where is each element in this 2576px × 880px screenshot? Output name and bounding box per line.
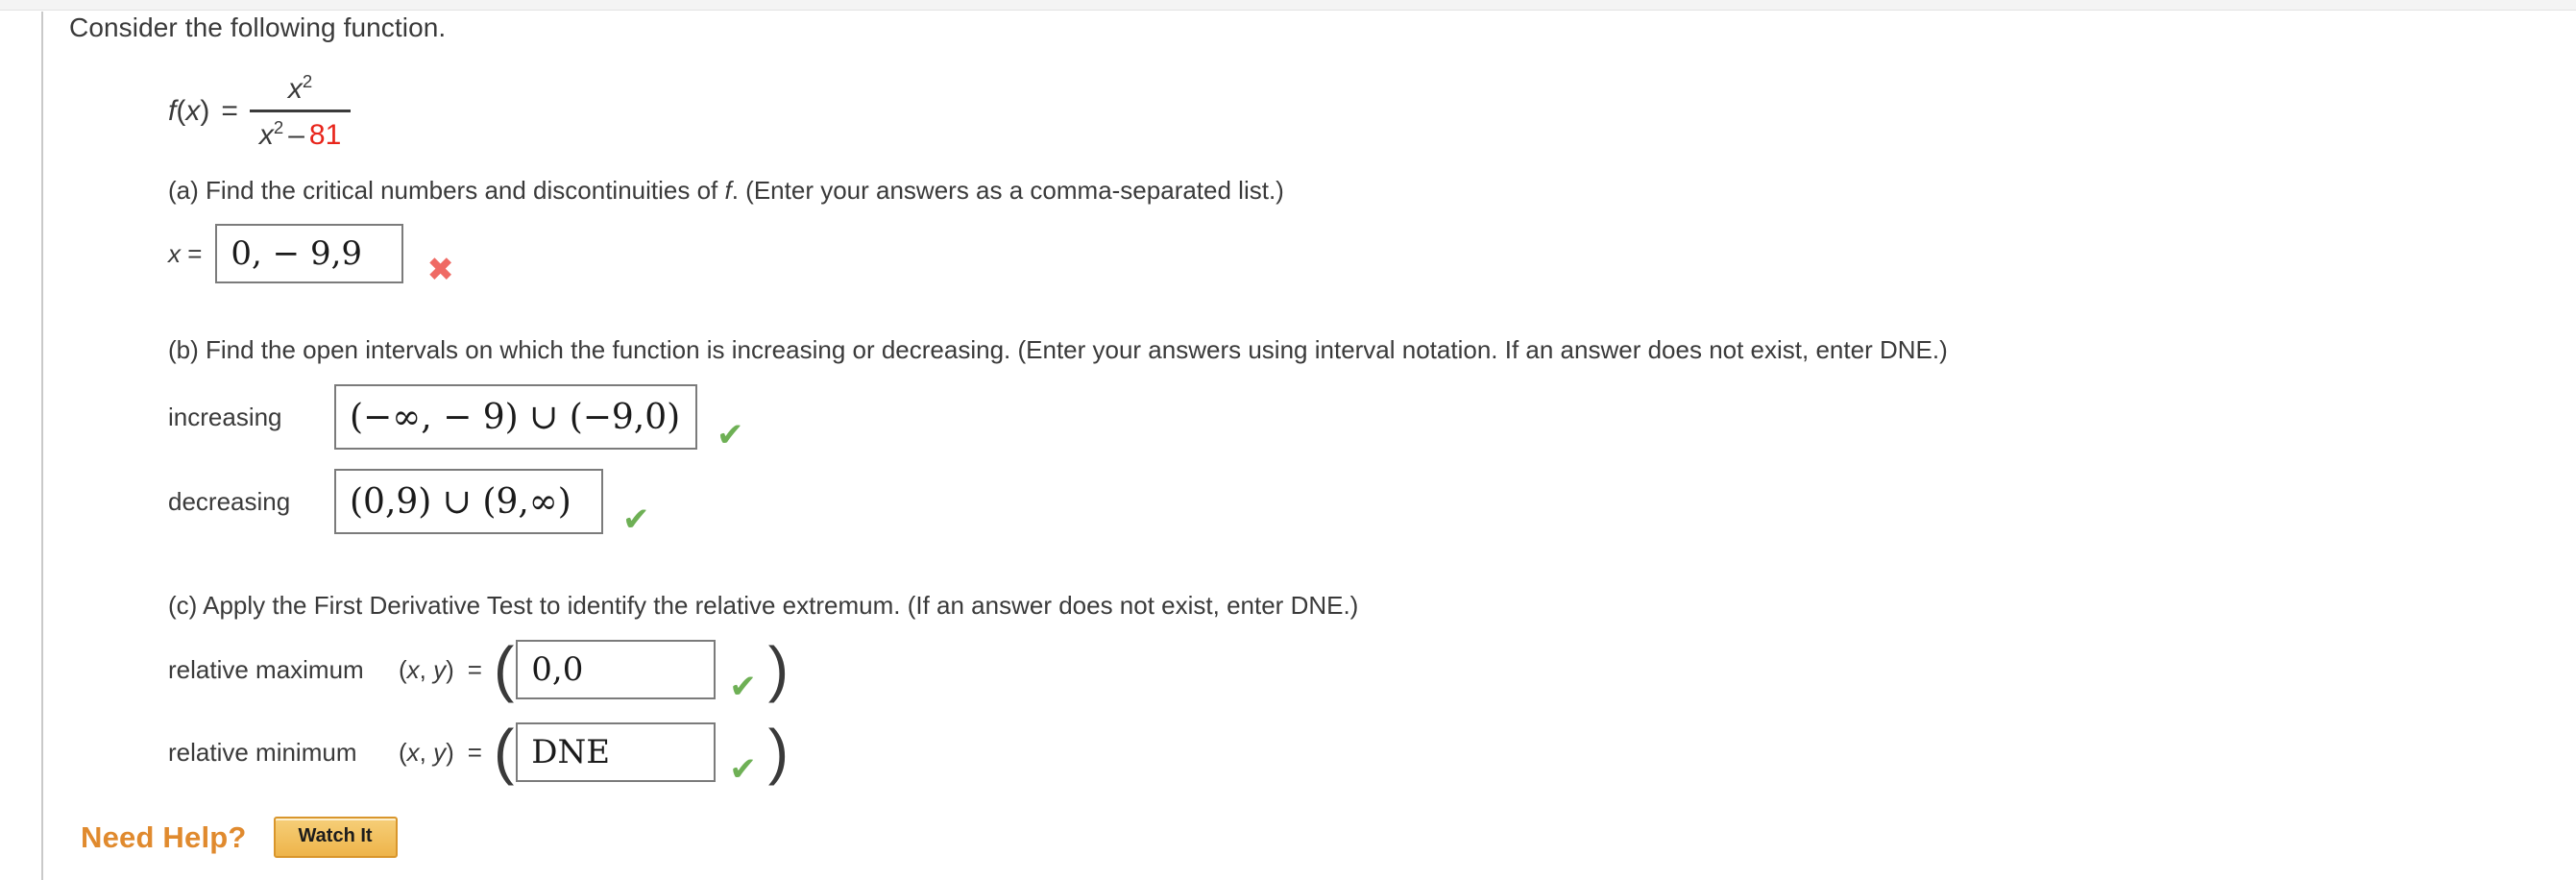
need-help-row: Need Help? Watch It (81, 817, 2528, 858)
intro-text: Consider the following function. (69, 12, 447, 42)
close-paren-min: ) (767, 717, 790, 787)
relative-minimum-coord-label: (x, y) (399, 737, 454, 767)
part-c-min-row: relative minimum (x, y) = ( DNE ✔ ) (168, 719, 2528, 786)
part-c-prompt: (c) Apply the First Derivative Test to i… (168, 591, 1359, 620)
part-b-increasing-row: increasing (−∞, − 9) ∪ (−9,0) ✔ (168, 382, 2528, 452)
check-icon: ✔ (717, 416, 744, 454)
function-lhs: f(x) (168, 95, 210, 127)
increasing-answer-input[interactable]: (−∞, − 9) ∪ (−9,0) (334, 384, 697, 450)
relative-maximum-coord-label: (x, y) (399, 654, 454, 684)
question-content: Consider the following function. f(x) = … (69, 12, 2528, 858)
part-a-prompt-post: . (Enter your answers as a comma-separat… (731, 176, 1284, 205)
open-paren-min: ( (493, 717, 515, 787)
part-a-answer-row: x = 0, − 9,9 ✖ (168, 221, 2528, 286)
relative-minimum-label: relative minimum (168, 737, 357, 767)
relative-maximum-equals: = (467, 654, 482, 684)
part-a-prompt: (a) Find the critical numbers and discon… (168, 175, 2528, 206)
numerator-exponent: 2 (302, 71, 313, 91)
part-a-prompt-italic: f (724, 176, 732, 205)
denominator-operator: – (288, 119, 304, 151)
relative-maximum-input[interactable]: 0,0 (516, 640, 717, 699)
function-equals: = (221, 95, 238, 127)
denominator-constant: 81 (308, 119, 342, 151)
relative-minimum-input[interactable]: DNE (516, 722, 717, 782)
cross-icon: ✖ (426, 251, 454, 289)
decreasing-answer-input[interactable]: (0,9) ∪ (9,∞) (334, 469, 603, 534)
part-a-prompt-pre: (a) Find the critical numbers and discon… (168, 176, 725, 205)
relative-minimum-equals: = (467, 737, 482, 767)
watch-it-button[interactable]: Watch It (273, 817, 398, 858)
check-icon: ✔ (622, 501, 650, 539)
decreasing-label: decreasing (168, 486, 291, 516)
function-fraction: x2 x2–81 (249, 71, 352, 151)
part-b-prompt: (b) Find the open intervals on which the… (168, 335, 1948, 364)
close-paren-max: ) (767, 634, 790, 704)
increasing-label: increasing (168, 402, 282, 431)
part-a-answer-input[interactable]: 0, − 9,9 (215, 224, 404, 283)
part-b-decreasing-row: decreasing (0,9) ∪ (9,∞) ✔ (168, 467, 2528, 536)
part-a-variable-label: x = (168, 238, 203, 268)
check-icon: ✔ (729, 750, 757, 789)
need-help-title: Need Help? (81, 819, 247, 854)
open-paren-max: ( (493, 634, 515, 704)
page-root: Consider the following function. f(x) = … (0, 0, 2576, 880)
part-c-max-row: relative maximum (x, y) = ( 0,0 ✔ ) (168, 636, 2528, 703)
part-a-equals: = (187, 238, 203, 268)
function-display: f(x) = x2 x2–81 (168, 69, 2528, 154)
top-strip (0, 0, 2576, 11)
fraction-numerator: x2 (287, 71, 313, 105)
denominator-exponent: 2 (273, 117, 284, 137)
fraction-denominator: x2–81 (258, 117, 342, 151)
left-divider-rule (41, 12, 43, 880)
check-icon: ✔ (729, 668, 757, 706)
relative-maximum-label: relative maximum (168, 654, 364, 684)
